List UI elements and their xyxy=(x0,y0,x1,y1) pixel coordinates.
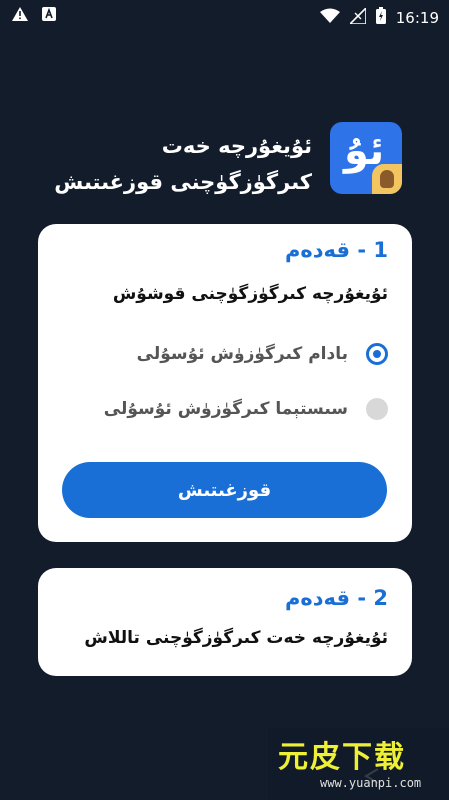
option-badam-input[interactable]: بادام كىرگۈزۈش ئۇسۇلى xyxy=(137,339,388,369)
radio-selected-icon[interactable] xyxy=(366,343,388,365)
wifi-icon xyxy=(319,8,340,27)
status-bar: 16:19 xyxy=(0,0,449,34)
option-label: بادام كىرگۈزۈش ئۇسۇلى xyxy=(136,344,348,364)
enable-button[interactable]: قوزغىتىش xyxy=(62,462,387,518)
watermark-logo: 元皮下载 xyxy=(278,740,406,775)
app-title: ئۇيغۇرچە خەت كىرگۈزگۈچنى قوزغىتىش xyxy=(54,134,312,194)
warning-icon xyxy=(12,7,28,25)
option-system-input[interactable]: سىستېما كىرگۈزۈش ئۇسۇلى xyxy=(104,394,388,424)
step1-subtitle: ئۇيغۇرچە كىرگۈزگۈچنى قوشۇش xyxy=(112,284,388,304)
status-right-icons: 16:19 xyxy=(319,5,439,28)
sim-signal-icon xyxy=(347,5,367,28)
status-left-icons xyxy=(12,7,56,25)
app-logo-icon: ئۇ xyxy=(330,122,402,194)
step1-card: 1 - قەدەم ئۇيغۇرچە كىرگۈزگۈچنى قوشۇش باد… xyxy=(38,224,412,542)
status-time: 16:19 xyxy=(395,8,439,27)
step2-subtitle: ئۇيغۇرچە خەت كىرگۈزگۈچنى تاللاش xyxy=(84,628,388,648)
battery-charging-icon xyxy=(375,7,386,28)
mascot-icon xyxy=(372,164,402,194)
a-badge-icon xyxy=(42,7,56,25)
step2-title: 2 - قەدەم xyxy=(284,586,388,610)
step2-card[interactable]: 2 - قەدەم ئۇيغۇرچە خەت كىرگۈزگۈچنى تاللا… xyxy=(38,568,412,676)
app-header: ئۇيغۇرچە خەت كىرگۈزگۈچنى قوزغىتىش ئۇ xyxy=(30,120,402,202)
step1-title: 1 - قەدەم xyxy=(284,238,388,262)
radio-unselected-icon[interactable] xyxy=(366,398,388,420)
watermark-overlay: 元皮下载 www.yuanpi.com xyxy=(268,728,449,800)
watermark-url: www.yuanpi.com xyxy=(320,776,422,790)
option-label: سىستېما كىرگۈزۈش ئۇسۇلى xyxy=(103,399,348,419)
